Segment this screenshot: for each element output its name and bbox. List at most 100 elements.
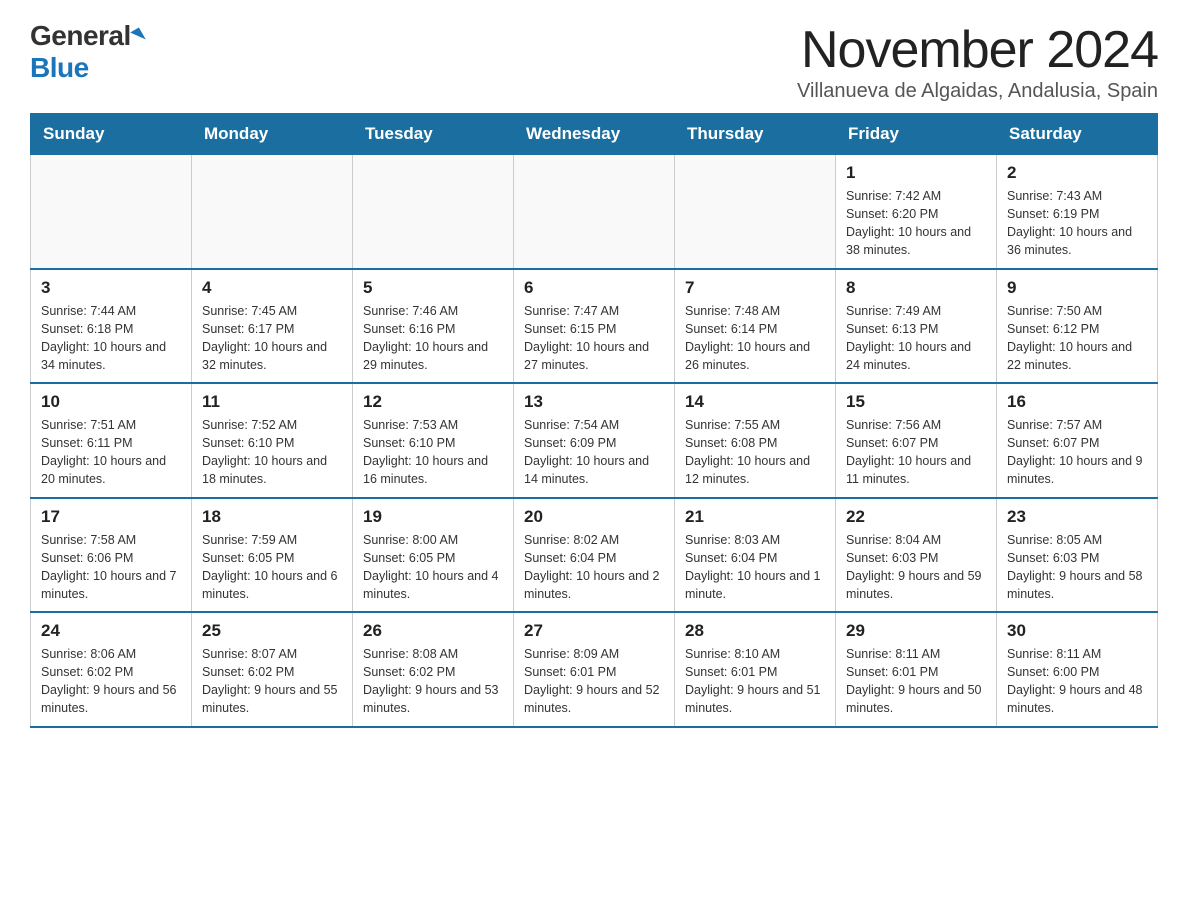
day-info: Sunrise: 8:11 AM Sunset: 6:00 PM Dayligh… <box>1007 645 1147 718</box>
day-info: Sunrise: 8:04 AM Sunset: 6:03 PM Dayligh… <box>846 531 986 604</box>
table-row: 2 Sunrise: 7:43 AM Sunset: 6:19 PM Daylig… <box>997 155 1158 269</box>
day-number: 18 <box>202 507 342 527</box>
logo-arrow-icon <box>130 27 146 44</box>
day-info: Sunrise: 7:49 AM Sunset: 6:13 PM Dayligh… <box>846 302 986 375</box>
day-info: Sunrise: 7:58 AM Sunset: 6:06 PM Dayligh… <box>41 531 181 604</box>
day-info: Sunrise: 7:56 AM Sunset: 6:07 PM Dayligh… <box>846 416 986 489</box>
day-info: Sunrise: 7:44 AM Sunset: 6:18 PM Dayligh… <box>41 302 181 375</box>
day-number: 28 <box>685 621 825 641</box>
table-row: 24 Sunrise: 8:06 AM Sunset: 6:02 PM Dayli… <box>31 612 192 727</box>
day-number: 13 <box>524 392 664 412</box>
day-info: Sunrise: 8:03 AM Sunset: 6:04 PM Dayligh… <box>685 531 825 604</box>
table-row: 23 Sunrise: 8:05 AM Sunset: 6:03 PM Dayli… <box>997 498 1158 613</box>
calendar-week-row: 24 Sunrise: 8:06 AM Sunset: 6:02 PM Dayli… <box>31 612 1158 727</box>
day-number: 14 <box>685 392 825 412</box>
table-row: 8 Sunrise: 7:49 AM Sunset: 6:13 PM Daylig… <box>836 269 997 384</box>
day-info: Sunrise: 7:45 AM Sunset: 6:17 PM Dayligh… <box>202 302 342 375</box>
header: General Blue November 2024 Villanueva de… <box>30 20 1158 103</box>
table-row <box>514 155 675 269</box>
day-info: Sunrise: 7:43 AM Sunset: 6:19 PM Dayligh… <box>1007 187 1147 260</box>
day-info: Sunrise: 7:57 AM Sunset: 6:07 PM Dayligh… <box>1007 416 1147 489</box>
logo-general-text: General <box>30 20 131 52</box>
table-row: 16 Sunrise: 7:57 AM Sunset: 6:07 PM Dayli… <box>997 383 1158 498</box>
table-row: 3 Sunrise: 7:44 AM Sunset: 6:18 PM Daylig… <box>31 269 192 384</box>
table-row: 9Sunrise: 7:50 AM Sunset: 6:12 PM Daylig… <box>997 269 1158 384</box>
header-sunday: Sunday <box>31 114 192 155</box>
header-saturday: Saturday <box>997 114 1158 155</box>
day-number: 19 <box>363 507 503 527</box>
day-number: 10 <box>41 392 181 412</box>
day-info: Sunrise: 7:47 AM Sunset: 6:15 PM Dayligh… <box>524 302 664 375</box>
day-number: 11 <box>202 392 342 412</box>
table-row: 14 Sunrise: 7:55 AM Sunset: 6:08 PM Dayli… <box>675 383 836 498</box>
day-info: Sunrise: 7:46 AM Sunset: 6:16 PM Dayligh… <box>363 302 503 375</box>
day-number: 30 <box>1007 621 1147 641</box>
table-row: 4 Sunrise: 7:45 AM Sunset: 6:17 PM Daylig… <box>192 269 353 384</box>
day-number: 24 <box>41 621 181 641</box>
day-number: 8 <box>846 278 986 298</box>
table-row <box>31 155 192 269</box>
day-info: Sunrise: 8:09 AM Sunset: 6:01 PM Dayligh… <box>524 645 664 718</box>
day-number: 12 <box>363 392 503 412</box>
table-row: 11 Sunrise: 7:52 AM Sunset: 6:10 PM Dayli… <box>192 383 353 498</box>
table-row: 5 Sunrise: 7:46 AM Sunset: 6:16 PM Daylig… <box>353 269 514 384</box>
table-row: 26Sunrise: 8:08 AM Sunset: 6:02 PM Dayli… <box>353 612 514 727</box>
table-row <box>353 155 514 269</box>
day-number: 26 <box>363 621 503 641</box>
header-wednesday: Wednesday <box>514 114 675 155</box>
day-number: 6 <box>524 278 664 298</box>
day-info: Sunrise: 8:06 AM Sunset: 6:02 PM Dayligh… <box>41 645 181 718</box>
calendar-week-row: 10 Sunrise: 7:51 AM Sunset: 6:11 PM Dayli… <box>31 383 1158 498</box>
table-row: 12Sunrise: 7:53 AM Sunset: 6:10 PM Dayli… <box>353 383 514 498</box>
calendar: SundayMondayTuesdayWednesdayThursdayFrid… <box>30 113 1158 728</box>
day-info: Sunrise: 7:59 AM Sunset: 6:05 PM Dayligh… <box>202 531 342 604</box>
day-number: 17 <box>41 507 181 527</box>
table-row: 15 Sunrise: 7:56 AM Sunset: 6:07 PM Dayli… <box>836 383 997 498</box>
day-info: Sunrise: 7:42 AM Sunset: 6:20 PM Dayligh… <box>846 187 986 260</box>
day-number: 21 <box>685 507 825 527</box>
day-number: 25 <box>202 621 342 641</box>
day-info: Sunrise: 8:00 AM Sunset: 6:05 PM Dayligh… <box>363 531 503 604</box>
table-row: 1 Sunrise: 7:42 AM Sunset: 6:20 PM Daylig… <box>836 155 997 269</box>
header-monday: Monday <box>192 114 353 155</box>
day-info: Sunrise: 8:02 AM Sunset: 6:04 PM Dayligh… <box>524 531 664 604</box>
day-info: Sunrise: 7:55 AM Sunset: 6:08 PM Dayligh… <box>685 416 825 489</box>
day-number: 29 <box>846 621 986 641</box>
day-info: Sunrise: 7:52 AM Sunset: 6:10 PM Dayligh… <box>202 416 342 489</box>
day-info: Sunrise: 7:51 AM Sunset: 6:11 PM Dayligh… <box>41 416 181 489</box>
day-info: Sunrise: 7:48 AM Sunset: 6:14 PM Dayligh… <box>685 302 825 375</box>
day-number: 16 <box>1007 392 1147 412</box>
table-row: 10 Sunrise: 7:51 AM Sunset: 6:11 PM Dayli… <box>31 383 192 498</box>
day-number: 1 <box>846 163 986 183</box>
table-row: 29 Sunrise: 8:11 AM Sunset: 6:01 PM Dayli… <box>836 612 997 727</box>
calendar-week-row: 3 Sunrise: 7:44 AM Sunset: 6:18 PM Daylig… <box>31 269 1158 384</box>
table-row: 13Sunrise: 7:54 AM Sunset: 6:09 PM Dayli… <box>514 383 675 498</box>
calendar-header: SundayMondayTuesdayWednesdayThursdayFrid… <box>31 114 1158 155</box>
day-number: 22 <box>846 507 986 527</box>
logo: General Blue <box>30 20 143 84</box>
days-header-row: SundayMondayTuesdayWednesdayThursdayFrid… <box>31 114 1158 155</box>
table-row: 22 Sunrise: 8:04 AM Sunset: 6:03 PM Dayli… <box>836 498 997 613</box>
table-row: 7 Sunrise: 7:48 AM Sunset: 6:14 PM Daylig… <box>675 269 836 384</box>
table-row: 21 Sunrise: 8:03 AM Sunset: 6:04 PM Dayli… <box>675 498 836 613</box>
calendar-week-row: 1 Sunrise: 7:42 AM Sunset: 6:20 PM Daylig… <box>31 155 1158 269</box>
day-number: 7 <box>685 278 825 298</box>
page-subtitle: Villanueva de Algaidas, Andalusia, Spain <box>797 80 1158 103</box>
table-row: 17 Sunrise: 7:58 AM Sunset: 6:06 PM Dayli… <box>31 498 192 613</box>
table-row: 30 Sunrise: 8:11 AM Sunset: 6:00 PM Dayli… <box>997 612 1158 727</box>
day-number: 15 <box>846 392 986 412</box>
day-number: 5 <box>363 278 503 298</box>
day-number: 9 <box>1007 278 1147 298</box>
day-info: Sunrise: 8:05 AM Sunset: 6:03 PM Dayligh… <box>1007 531 1147 604</box>
table-row: 19 Sunrise: 8:00 AM Sunset: 6:05 PM Dayli… <box>353 498 514 613</box>
day-number: 23 <box>1007 507 1147 527</box>
day-number: 2 <box>1007 163 1147 183</box>
table-row <box>675 155 836 269</box>
table-row: 25Sunrise: 8:07 AM Sunset: 6:02 PM Dayli… <box>192 612 353 727</box>
table-row: 27Sunrise: 8:09 AM Sunset: 6:01 PM Dayli… <box>514 612 675 727</box>
page-title: November 2024 <box>797 20 1158 80</box>
day-info: Sunrise: 8:11 AM Sunset: 6:01 PM Dayligh… <box>846 645 986 718</box>
calendar-body: 1 Sunrise: 7:42 AM Sunset: 6:20 PM Daylig… <box>31 155 1158 727</box>
day-number: 4 <box>202 278 342 298</box>
day-number: 3 <box>41 278 181 298</box>
